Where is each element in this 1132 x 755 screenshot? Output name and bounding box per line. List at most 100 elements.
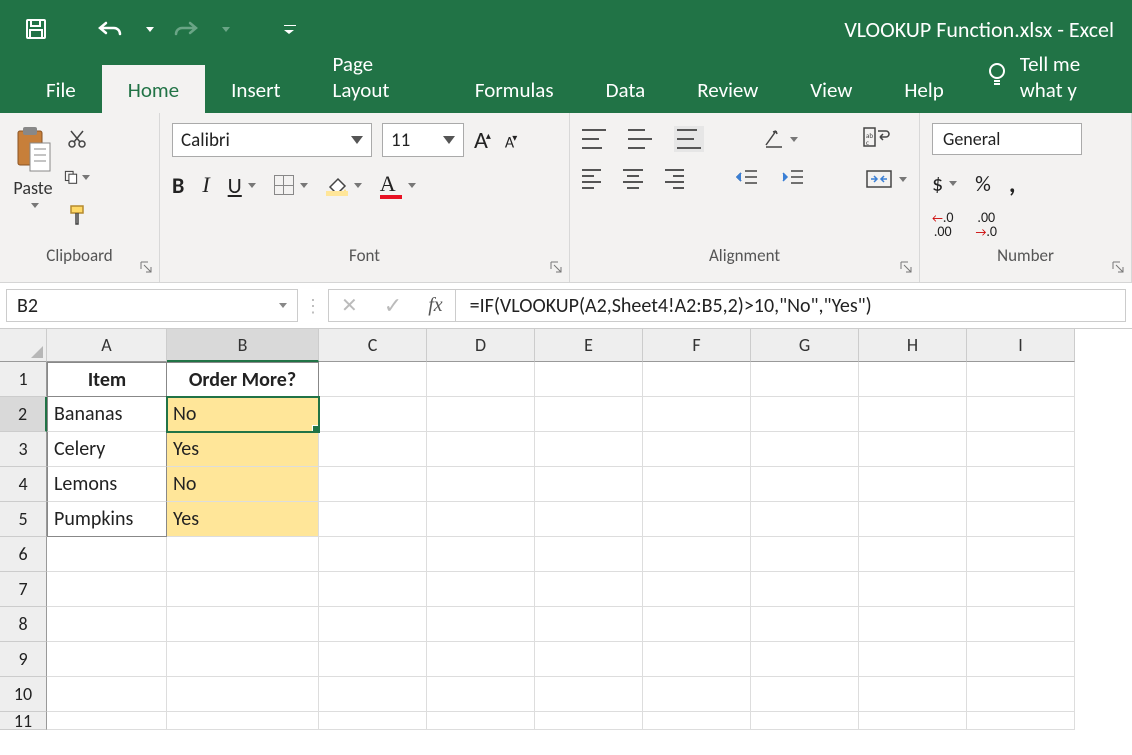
cell-G11[interactable]	[751, 712, 859, 730]
font-size-combo[interactable]: 11	[382, 123, 464, 157]
wrap-text-button[interactable]: abc	[862, 125, 890, 153]
bold-button[interactable]: B	[172, 172, 184, 199]
cell-A9[interactable]	[47, 642, 167, 677]
align-left-button[interactable]	[582, 169, 601, 189]
col-header-F[interactable]: F	[643, 329, 751, 362]
decrease-indent-button[interactable]	[735, 167, 759, 191]
cell-E11[interactable]	[535, 712, 643, 730]
cell-F8[interactable]	[643, 607, 751, 642]
cell-H3[interactable]	[859, 432, 967, 467]
cell-D6[interactable]	[427, 537, 535, 572]
merge-center-button[interactable]	[865, 167, 907, 191]
cell-I1[interactable]	[967, 362, 1075, 397]
row-header-6[interactable]: 6	[0, 537, 47, 572]
cell-H5[interactable]	[859, 502, 967, 537]
orientation-button[interactable]	[762, 127, 798, 151]
cell-D3[interactable]	[427, 432, 535, 467]
cell-F7[interactable]	[643, 572, 751, 607]
cell-B6[interactable]	[167, 537, 319, 572]
cell-A1[interactable]: Item	[47, 362, 167, 397]
name-box[interactable]: B2	[6, 289, 298, 322]
number-launcher-icon[interactable]	[1111, 260, 1125, 274]
cell-I5[interactable]	[967, 502, 1075, 537]
cell-G2[interactable]	[751, 397, 859, 432]
cell-B1[interactable]: Order More?	[167, 362, 319, 397]
cell-E6[interactable]	[535, 537, 643, 572]
cell-H6[interactable]	[859, 537, 967, 572]
align-middle-button[interactable]	[628, 129, 652, 149]
cell-H1[interactable]	[859, 362, 967, 397]
tab-view[interactable]: View	[784, 65, 878, 113]
cell-G8[interactable]	[751, 607, 859, 642]
clipboard-launcher-icon[interactable]	[139, 260, 153, 274]
cell-B10[interactable]	[167, 677, 319, 712]
underline-button[interactable]: U	[228, 172, 256, 199]
cell-C9[interactable]	[319, 642, 427, 677]
cell-E4[interactable]	[535, 467, 643, 502]
tab-help[interactable]: Help	[878, 65, 969, 113]
italic-button[interactable]: I	[202, 172, 209, 198]
save-icon[interactable]	[22, 15, 50, 43]
customize-qat-icon[interactable]	[276, 15, 304, 43]
number-format-combo[interactable]: General	[932, 123, 1082, 155]
cell-C6[interactable]	[319, 537, 427, 572]
cell-F4[interactable]	[643, 467, 751, 502]
cell-I2[interactable]	[967, 397, 1075, 432]
undo-dropdown-icon[interactable]	[146, 27, 154, 32]
cell-G10[interactable]	[751, 677, 859, 712]
col-header-G[interactable]: G	[751, 329, 859, 362]
cell-E3[interactable]	[535, 432, 643, 467]
cell-E2[interactable]	[535, 397, 643, 432]
decrease-decimal-button[interactable]: .00→.0	[976, 211, 998, 239]
cell-E7[interactable]	[535, 572, 643, 607]
tab-review[interactable]: Review	[671, 65, 784, 113]
cell-I10[interactable]	[967, 677, 1075, 712]
cell-H11[interactable]	[859, 712, 967, 730]
cell-E5[interactable]	[535, 502, 643, 537]
cell-A2[interactable]: Bananas	[47, 397, 167, 432]
col-header-A[interactable]: A	[47, 329, 167, 362]
cell-H4[interactable]	[859, 467, 967, 502]
tab-home[interactable]: Home	[102, 65, 205, 113]
paste-button[interactable]: Paste	[12, 121, 54, 241]
row-header-9[interactable]: 9	[0, 642, 47, 677]
tab-file[interactable]: File	[20, 65, 102, 113]
cell-C4[interactable]	[319, 467, 427, 502]
font-name-combo[interactable]: Calibri	[172, 123, 372, 157]
align-top-button[interactable]	[582, 129, 606, 149]
col-header-D[interactable]: D	[427, 329, 535, 362]
cell-C3[interactable]	[319, 432, 427, 467]
cell-C1[interactable]	[319, 362, 427, 397]
alignment-launcher-icon[interactable]	[899, 260, 913, 274]
cell-H8[interactable]	[859, 607, 967, 642]
cell-B2[interactable]: No	[167, 397, 319, 432]
decrease-font-size-button[interactable]: A▾	[505, 131, 517, 152]
cell-G1[interactable]	[751, 362, 859, 397]
cell-E9[interactable]	[535, 642, 643, 677]
cell-G3[interactable]	[751, 432, 859, 467]
cell-G7[interactable]	[751, 572, 859, 607]
cell-I7[interactable]	[967, 572, 1075, 607]
cell-A7[interactable]	[47, 572, 167, 607]
cell-C2[interactable]	[319, 397, 427, 432]
cell-B3[interactable]: Yes	[167, 432, 319, 467]
cell-A6[interactable]	[47, 537, 167, 572]
align-bottom-button[interactable]	[674, 126, 704, 152]
cell-B9[interactable]	[167, 642, 319, 677]
increase-font-size-button[interactable]: A▴	[474, 126, 491, 155]
cell-A4[interactable]: Lemons	[47, 467, 167, 502]
font-launcher-icon[interactable]	[549, 260, 563, 274]
row-header-4[interactable]: 4	[0, 467, 47, 502]
row-header-2[interactable]: 2	[0, 397, 47, 432]
cell-H9[interactable]	[859, 642, 967, 677]
row-header-3[interactable]: 3	[0, 432, 47, 467]
tab-data[interactable]: Data	[580, 65, 672, 113]
cell-I8[interactable]	[967, 607, 1075, 642]
cell-B8[interactable]	[167, 607, 319, 642]
cell-A8[interactable]	[47, 607, 167, 642]
cell-I11[interactable]	[967, 712, 1075, 730]
row-header-1[interactable]: 1	[0, 362, 47, 397]
insert-function-button[interactable]: fx	[428, 294, 442, 317]
cell-F5[interactable]	[643, 502, 751, 537]
cell-E8[interactable]	[535, 607, 643, 642]
